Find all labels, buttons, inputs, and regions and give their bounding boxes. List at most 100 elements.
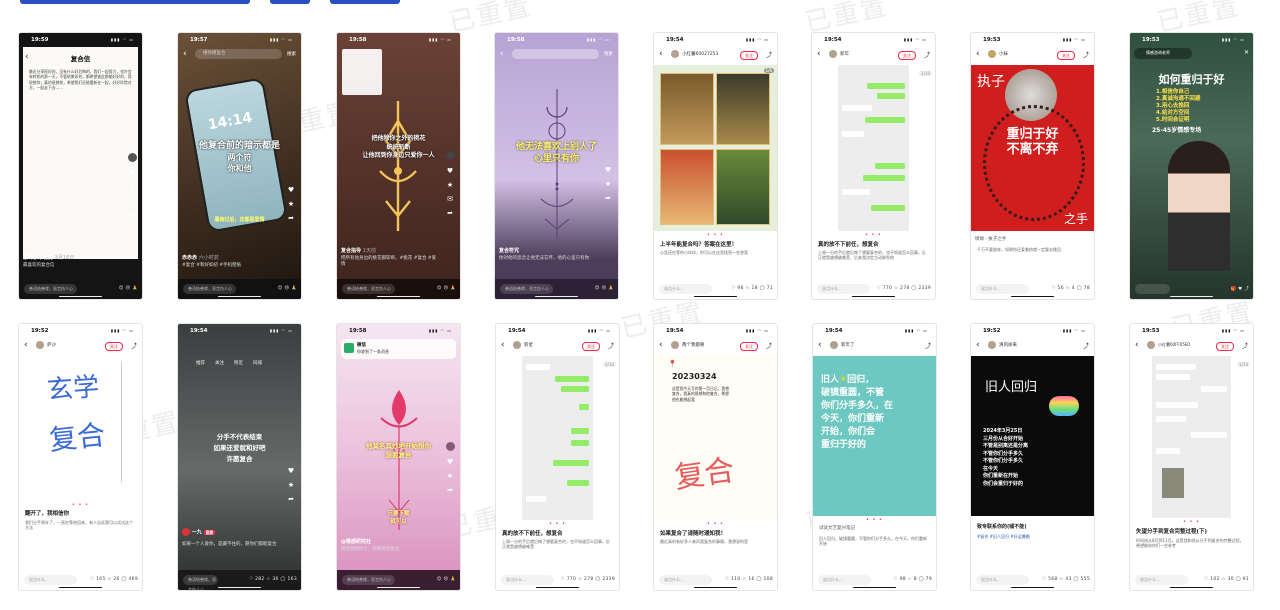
emoji-shortcuts[interactable]: 😊 😢 🙏 (119, 286, 138, 291)
share-icon[interactable]: ⤴ (766, 341, 772, 350)
avatar[interactable] (127, 153, 137, 162)
author-name[interactable]: 两个我都要 (682, 342, 705, 348)
author-name[interactable]: 清风徐来 (999, 342, 1017, 348)
emoji-shortcuts[interactable]: 😊 😢 🙏 (437, 286, 456, 291)
comment-input[interactable]: 说点什么... (659, 575, 712, 585)
share-icon[interactable]: ➦ (285, 211, 297, 225)
share-icon[interactable]: ⤴ (1083, 341, 1089, 350)
avatar[interactable] (36, 341, 44, 349)
tab-item[interactable]: 附近 (234, 360, 243, 382)
follow-button[interactable]: 关注 (740, 342, 758, 351)
search-input[interactable] (512, 49, 599, 59)
avatar[interactable] (671, 50, 679, 58)
search-button[interactable]: 搜索 (604, 51, 613, 57)
back-icon[interactable]: ‹ (183, 49, 187, 59)
star-icon[interactable]: ★ (444, 469, 456, 483)
heart-icon[interactable]: ♥ (602, 163, 614, 177)
thumbnail-card[interactable] (342, 49, 382, 95)
author-handle[interactable]: 赤赤赤 (182, 255, 197, 261)
comment-input[interactable]: 善语结善缘，恶言伤人心 (24, 284, 77, 294)
heart-icon[interactable]: ♥ (444, 455, 456, 469)
avatar[interactable] (445, 151, 455, 160)
share-icon[interactable]: ⤴ (131, 341, 137, 350)
share-icon[interactable]: ➦ (126, 208, 138, 222)
comment-input[interactable]: 善语结善缘，恶言伤人心 (342, 284, 395, 294)
hashtags[interactable]: #复合 #旧人回归 #好运爆棚 (977, 534, 1088, 542)
star-icon[interactable]: ★ (126, 180, 138, 194)
search-input[interactable]: 撞你撞复合 (195, 49, 282, 59)
comment-input[interactable]: 说点什么... (976, 575, 1029, 585)
avatar[interactable] (671, 341, 679, 349)
author-name[interactable]: 萨沙 (47, 342, 56, 348)
follow-button[interactable]: 关注 (105, 342, 123, 351)
comment-input[interactable]: 善语结善缘，恶言伤人心 (183, 575, 218, 590)
comment-icon[interactable]: ✉ (444, 192, 456, 206)
comment-input[interactable]: 说点什么... (24, 575, 77, 585)
follow-button[interactable]: 关注 (1057, 51, 1075, 60)
share-icon[interactable]: ⤴ (925, 341, 931, 350)
comment-input[interactable]: 说点什么... (1135, 575, 1188, 585)
comment-input[interactable] (1135, 284, 1170, 294)
gift-icons[interactable]: 🎁 ♥ ⤴ (1231, 286, 1250, 292)
comment-input[interactable]: 善语结善缘，恶言伤人心 (183, 284, 236, 294)
follow-button[interactable]: 关注 (740, 51, 758, 60)
author-name[interactable]: 小红薯60FF05EO (1158, 342, 1190, 348)
heart-icon[interactable]: ♥ (444, 164, 456, 178)
avatar[interactable] (988, 341, 996, 349)
avatar[interactable] (513, 341, 521, 349)
back-icon[interactable]: ‹ (976, 49, 980, 59)
notification-banner[interactable]: 微信 你收到了一条消息 (341, 339, 456, 359)
author-handle[interactable]: 一九 (192, 530, 202, 536)
back-icon[interactable]: ‹ (659, 49, 663, 59)
share-icon[interactable]: ➦ (444, 483, 456, 497)
back-icon[interactable]: ‹ (817, 49, 821, 59)
follow-button[interactable]: 关注 (1216, 342, 1234, 351)
back-icon[interactable]: ‹ (500, 49, 504, 59)
author-name[interactable]: 新年了 (841, 342, 855, 348)
emoji-shortcuts[interactable]: 😊 😢 🙏 (595, 286, 614, 291)
share-icon[interactable]: ⤴ (608, 341, 614, 350)
author-name[interactable]: 小妹 (999, 51, 1008, 57)
comment-input[interactable]: 说点什么... (501, 575, 554, 585)
author-name[interactable]: 小红薯60027253 (682, 51, 718, 57)
comment-input[interactable]: 说点什么... (976, 284, 1029, 294)
author-handle[interactable]: @情感研究社 (341, 538, 440, 545)
close-icon[interactable]: ✕ (1244, 49, 1249, 56)
star-icon[interactable]: ★ (285, 478, 297, 492)
share-icon[interactable]: ⤴ (1242, 341, 1248, 350)
comment-input[interactable]: 善语结善缘，恶言伤人心 (500, 284, 553, 294)
author-handle[interactable]: 复合指导 (341, 248, 361, 254)
share-icon[interactable]: ⤴ (766, 50, 772, 59)
share-icon[interactable]: ➦ (444, 206, 456, 220)
heart-icon[interactable]: ♥ (285, 183, 297, 197)
author-name[interactable]: 新星 (524, 342, 533, 348)
star-icon[interactable]: ★ (602, 177, 614, 191)
avatar[interactable] (988, 50, 996, 58)
back-icon[interactable]: ‹ (818, 340, 822, 350)
live-badge[interactable]: 直播 (203, 529, 216, 535)
back-icon[interactable]: ‹ (1135, 340, 1139, 350)
tab-item[interactable]: 同城 (253, 360, 262, 382)
avatar[interactable] (445, 442, 455, 451)
topic-tag[interactable]: 试试文艺复兴笔记 (819, 525, 855, 531)
share-icon[interactable]: ⤴ (924, 50, 930, 59)
author-handle[interactable]: 复合符咒 (499, 248, 519, 254)
live-host-card[interactable]: 情感咨询老师 (1134, 48, 1192, 59)
comment-input[interactable]: 说点什么... (817, 284, 870, 294)
back-icon[interactable]: ‹ (501, 340, 505, 350)
author-name[interactable]: 新年 (840, 51, 849, 57)
heart-icon[interactable]: ♥ (285, 464, 297, 478)
back-icon[interactable]: ‹ (976, 340, 980, 350)
search-button[interactable]: 搜索 (287, 51, 296, 57)
avatar[interactable] (829, 50, 837, 58)
back-icon[interactable]: ‹ (24, 340, 28, 350)
tab-item[interactable]: 推荐 (196, 360, 205, 382)
emoji-shortcuts[interactable]: 😊 😢 🙏 (437, 577, 456, 582)
comment-input[interactable]: 善语结善缘，恶言伤人心 (342, 575, 395, 585)
star-icon[interactable]: ★ (285, 197, 297, 211)
avatar[interactable] (1147, 341, 1155, 349)
follow-button[interactable]: 关注 (582, 342, 600, 351)
tab-item[interactable]: 关注 (215, 360, 224, 382)
avatar[interactable] (830, 341, 838, 349)
heart-icon[interactable]: ♥ (126, 166, 138, 180)
